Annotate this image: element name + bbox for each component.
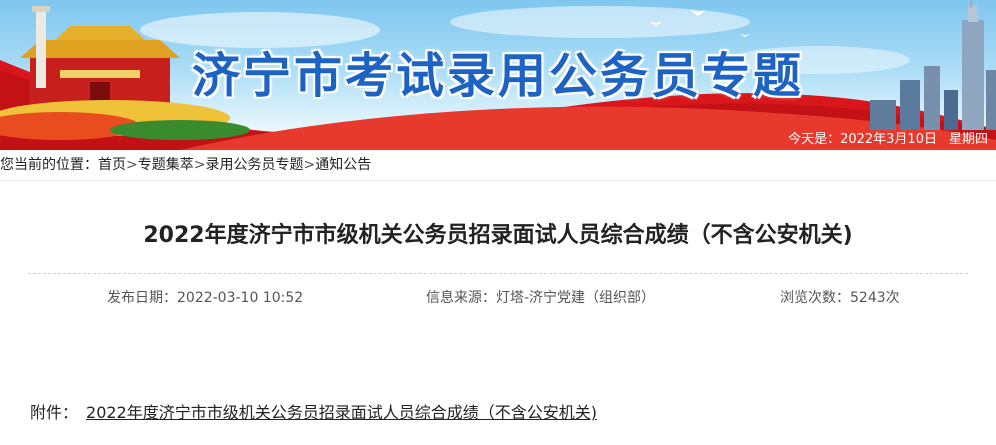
breadcrumb-separator: > <box>303 157 316 173</box>
attachment-link[interactable]: 2022年度济宁市市级机关公务员招录面试人员综合成绩（不含公安机关) <box>86 403 597 422</box>
article-title: 2022年度济宁市市级机关公务员招录面试人员综合成绩（不含公安机关) <box>143 223 853 248</box>
info-source: 信息来源：灯塔-济宁党建（组织部） <box>426 290 656 306</box>
attachment-label: 附件： <box>30 403 79 422</box>
breadcrumb-topics[interactable]: 专题集萃 <box>138 157 194 173</box>
breadcrumb-home[interactable]: 首页 <box>98 157 126 173</box>
attachment-row: 附件： 2022年度济宁市市级机关公务员招录面试人员综合成绩（不含公安机关) <box>30 399 597 423</box>
breadcrumb-prefix: 您当前的位置： <box>0 157 98 173</box>
view-count: 浏览次数：5243次 <box>780 290 900 306</box>
current-date: 2022年3月10日 <box>840 132 937 147</box>
current-weekday: 星期四 <box>948 132 988 147</box>
breadcrumb: 您当前的位置：首页>专题集萃>录用公务员专题>通知公告 <box>0 150 996 181</box>
publish-date: 发布日期：2022-03-10 10:52 <box>107 290 304 306</box>
site-title: 济宁市考试录用公务员专题 <box>191 48 804 104</box>
date-display: 今天是：2022年3月10日 星期四 <box>782 131 988 149</box>
article-meta: 发布日期：2022-03-10 10:52 信息来源：灯塔-济宁党建（组织部） … <box>0 274 996 314</box>
site-banner: 济宁市考试录用公务员专题 今天是：2022年3月10日 星期四 <box>0 0 996 150</box>
date-prefix: 今天是： <box>788 132 841 147</box>
breadcrumb-separator: > <box>193 157 206 173</box>
breadcrumb-notices[interactable]: 通知公告 <box>315 157 371 173</box>
breadcrumb-civil-servant[interactable]: 录用公务员专题 <box>205 157 303 173</box>
breadcrumb-separator: > <box>126 157 138 173</box>
